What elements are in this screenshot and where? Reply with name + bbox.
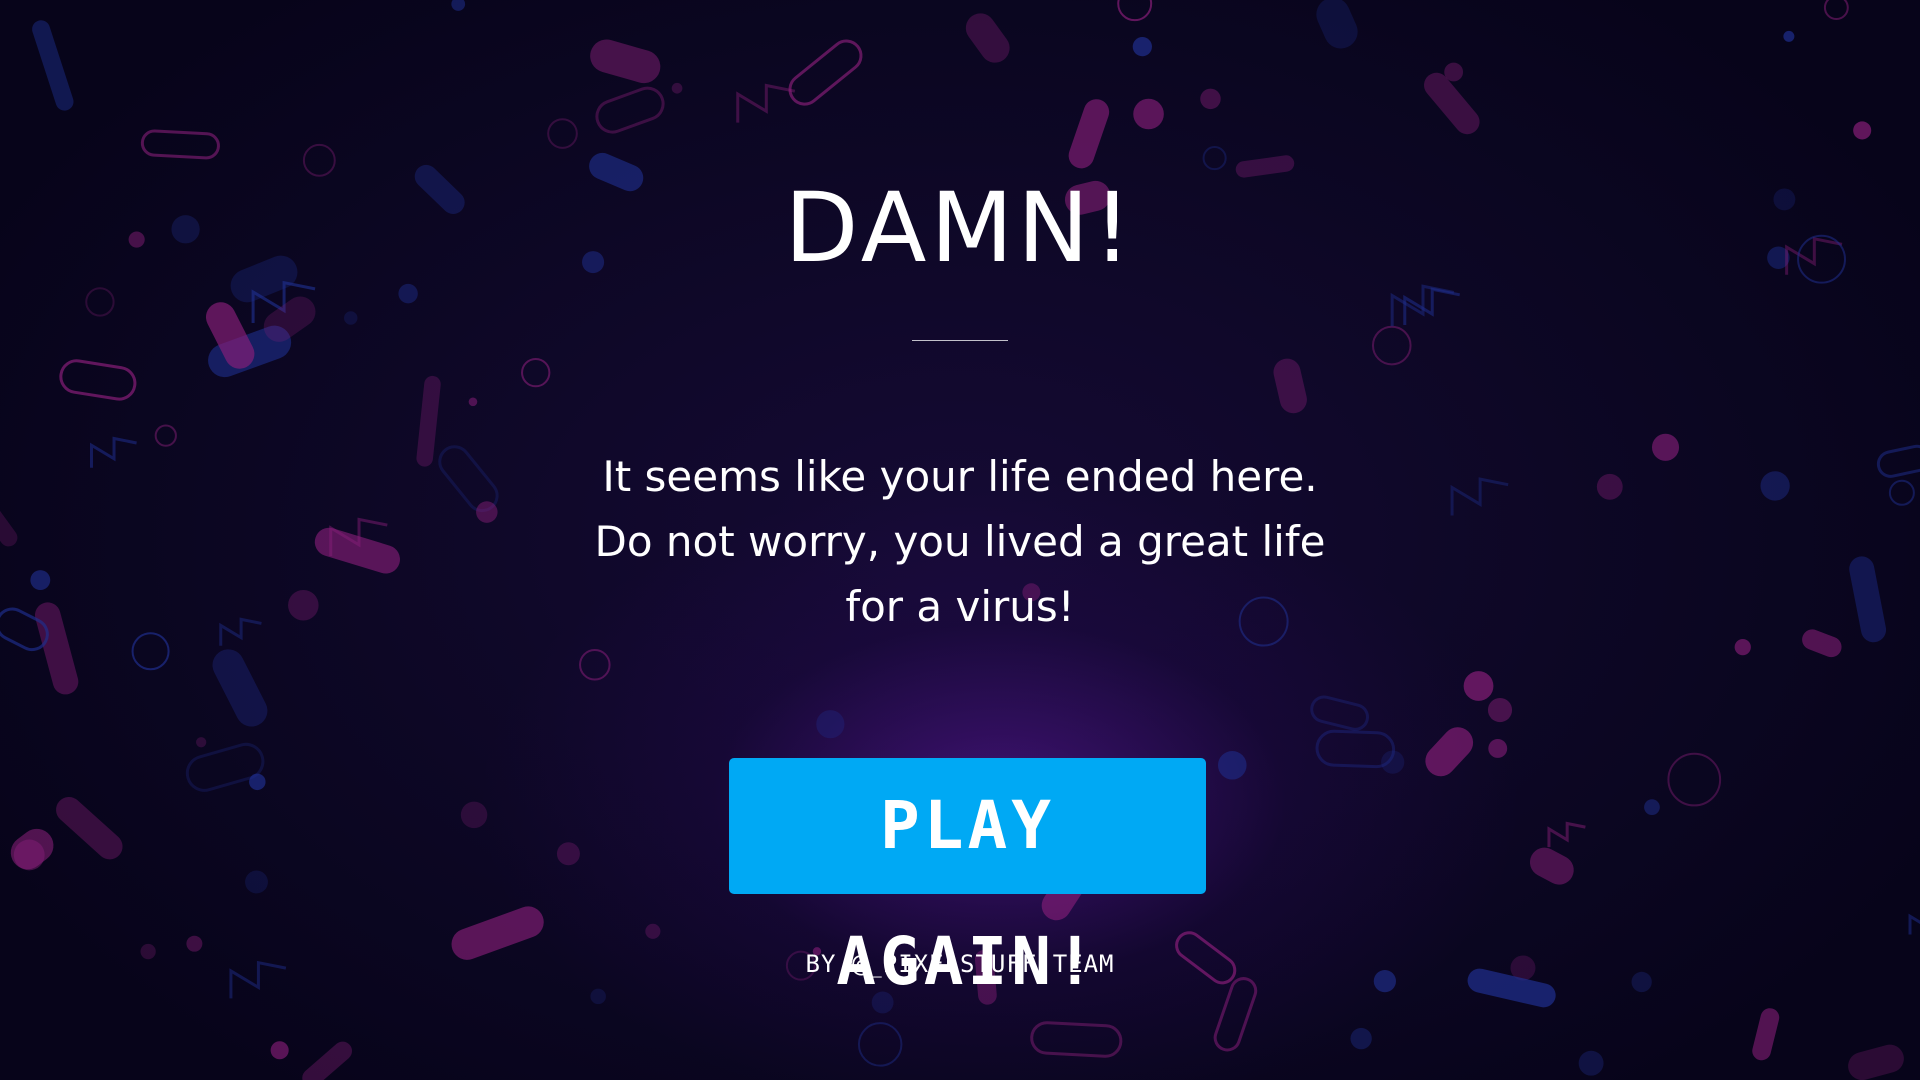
confetti-shape [460,801,488,829]
confetti-shape [1853,121,1872,140]
confetti-shape [1849,556,1887,643]
confetti-shape [1876,444,1920,478]
confetti-shape [547,118,578,149]
confetti-shape [1200,88,1221,110]
confetti-shape [288,589,319,621]
confetti-shape [476,501,498,523]
confetti-shape [521,357,551,388]
game-over-message: It seems like your life ended here. Do n… [560,444,1360,639]
credit-text: BY @_PIXELSTUFF TEAM [805,950,1115,978]
confetti-shape [1202,146,1227,171]
confetti-shape [56,796,123,860]
confetti-shape [736,83,796,123]
confetti-shape [788,39,863,106]
confetti-shape [816,710,845,739]
message-line: for a virus! [845,582,1075,631]
confetti-shape [1117,0,1153,22]
confetti-shape [579,648,611,681]
confetti-shape [270,1041,289,1060]
message-line: Do not worry, you lived a great life [594,517,1326,566]
confetti-shape [89,436,137,468]
confetti-shape [1760,471,1790,501]
confetti-shape [13,839,45,871]
confetti-shape [1667,752,1722,807]
confetti-shape [556,842,580,866]
confetti-shape [1487,697,1513,723]
confetti-shape [1596,473,1623,500]
confetti-shape [212,649,268,727]
confetti-shape [1068,99,1110,169]
confetti-shape [314,527,400,574]
confetti-shape [1350,1027,1372,1050]
confetti-shape [302,1041,353,1080]
confetti-shape [1578,1050,1604,1076]
confetti-shape [1547,821,1586,848]
confetti-shape [32,20,74,111]
confetti-shape [1908,913,1920,935]
confetti-shape [1371,325,1412,366]
confetti-shape [1132,36,1152,57]
confetti-shape [344,311,358,325]
confetti-shape [1218,750,1247,780]
confetti-shape [595,86,665,134]
confetti-shape [590,988,606,1005]
confetti-shape [59,359,137,401]
confetti-shape [398,283,418,304]
confetti-shape [416,375,441,467]
confetti-shape [154,424,177,447]
confetti-shape [1133,98,1164,130]
confetti-shape [671,82,683,94]
confetti-shape [1316,0,1358,49]
confetti-shape [645,923,661,939]
confetti-shape [1273,358,1307,414]
confetti-shape [1752,1008,1780,1061]
confetti-shape [590,39,661,84]
play-again-button[interactable]: PLAY AGAIN! [729,758,1206,1000]
message-line: It seems like your life ended here. [602,452,1318,501]
confetti-shape [1848,1044,1904,1080]
title-divider [912,340,1008,341]
confetti-shape [1381,750,1405,774]
confetti-shape [245,870,268,894]
game-over-title: DAMN! [784,172,1136,284]
confetti-shape [468,397,478,407]
confetti-shape [85,287,115,317]
confetti-shape [965,13,1010,63]
confetti-shape [131,632,170,671]
confetti-shape [0,505,18,547]
confetti-shape [1450,477,1509,516]
confetti-shape [1783,30,1795,42]
game-over-screen: DAMN! It seems like your life ended here… [0,0,1920,1080]
confetti-shape [1425,727,1474,777]
confetti-shape [1651,433,1680,461]
confetti-shape [1644,799,1660,816]
confetti-shape [1823,0,1849,20]
confetti-shape [219,617,262,646]
confetti-shape [451,0,466,11]
confetti-shape [196,737,207,748]
confetti-shape [1888,479,1915,506]
confetti-shape [140,129,220,160]
confetti-shape [1463,671,1494,701]
confetti-shape [1310,695,1370,731]
confetti-shape [30,570,51,591]
confetti-shape [1488,739,1508,758]
confetti-shape [1734,639,1751,656]
confetti-shape [1529,847,1574,885]
confetti-shape [1213,977,1258,1052]
confetti-shape [1802,629,1842,658]
